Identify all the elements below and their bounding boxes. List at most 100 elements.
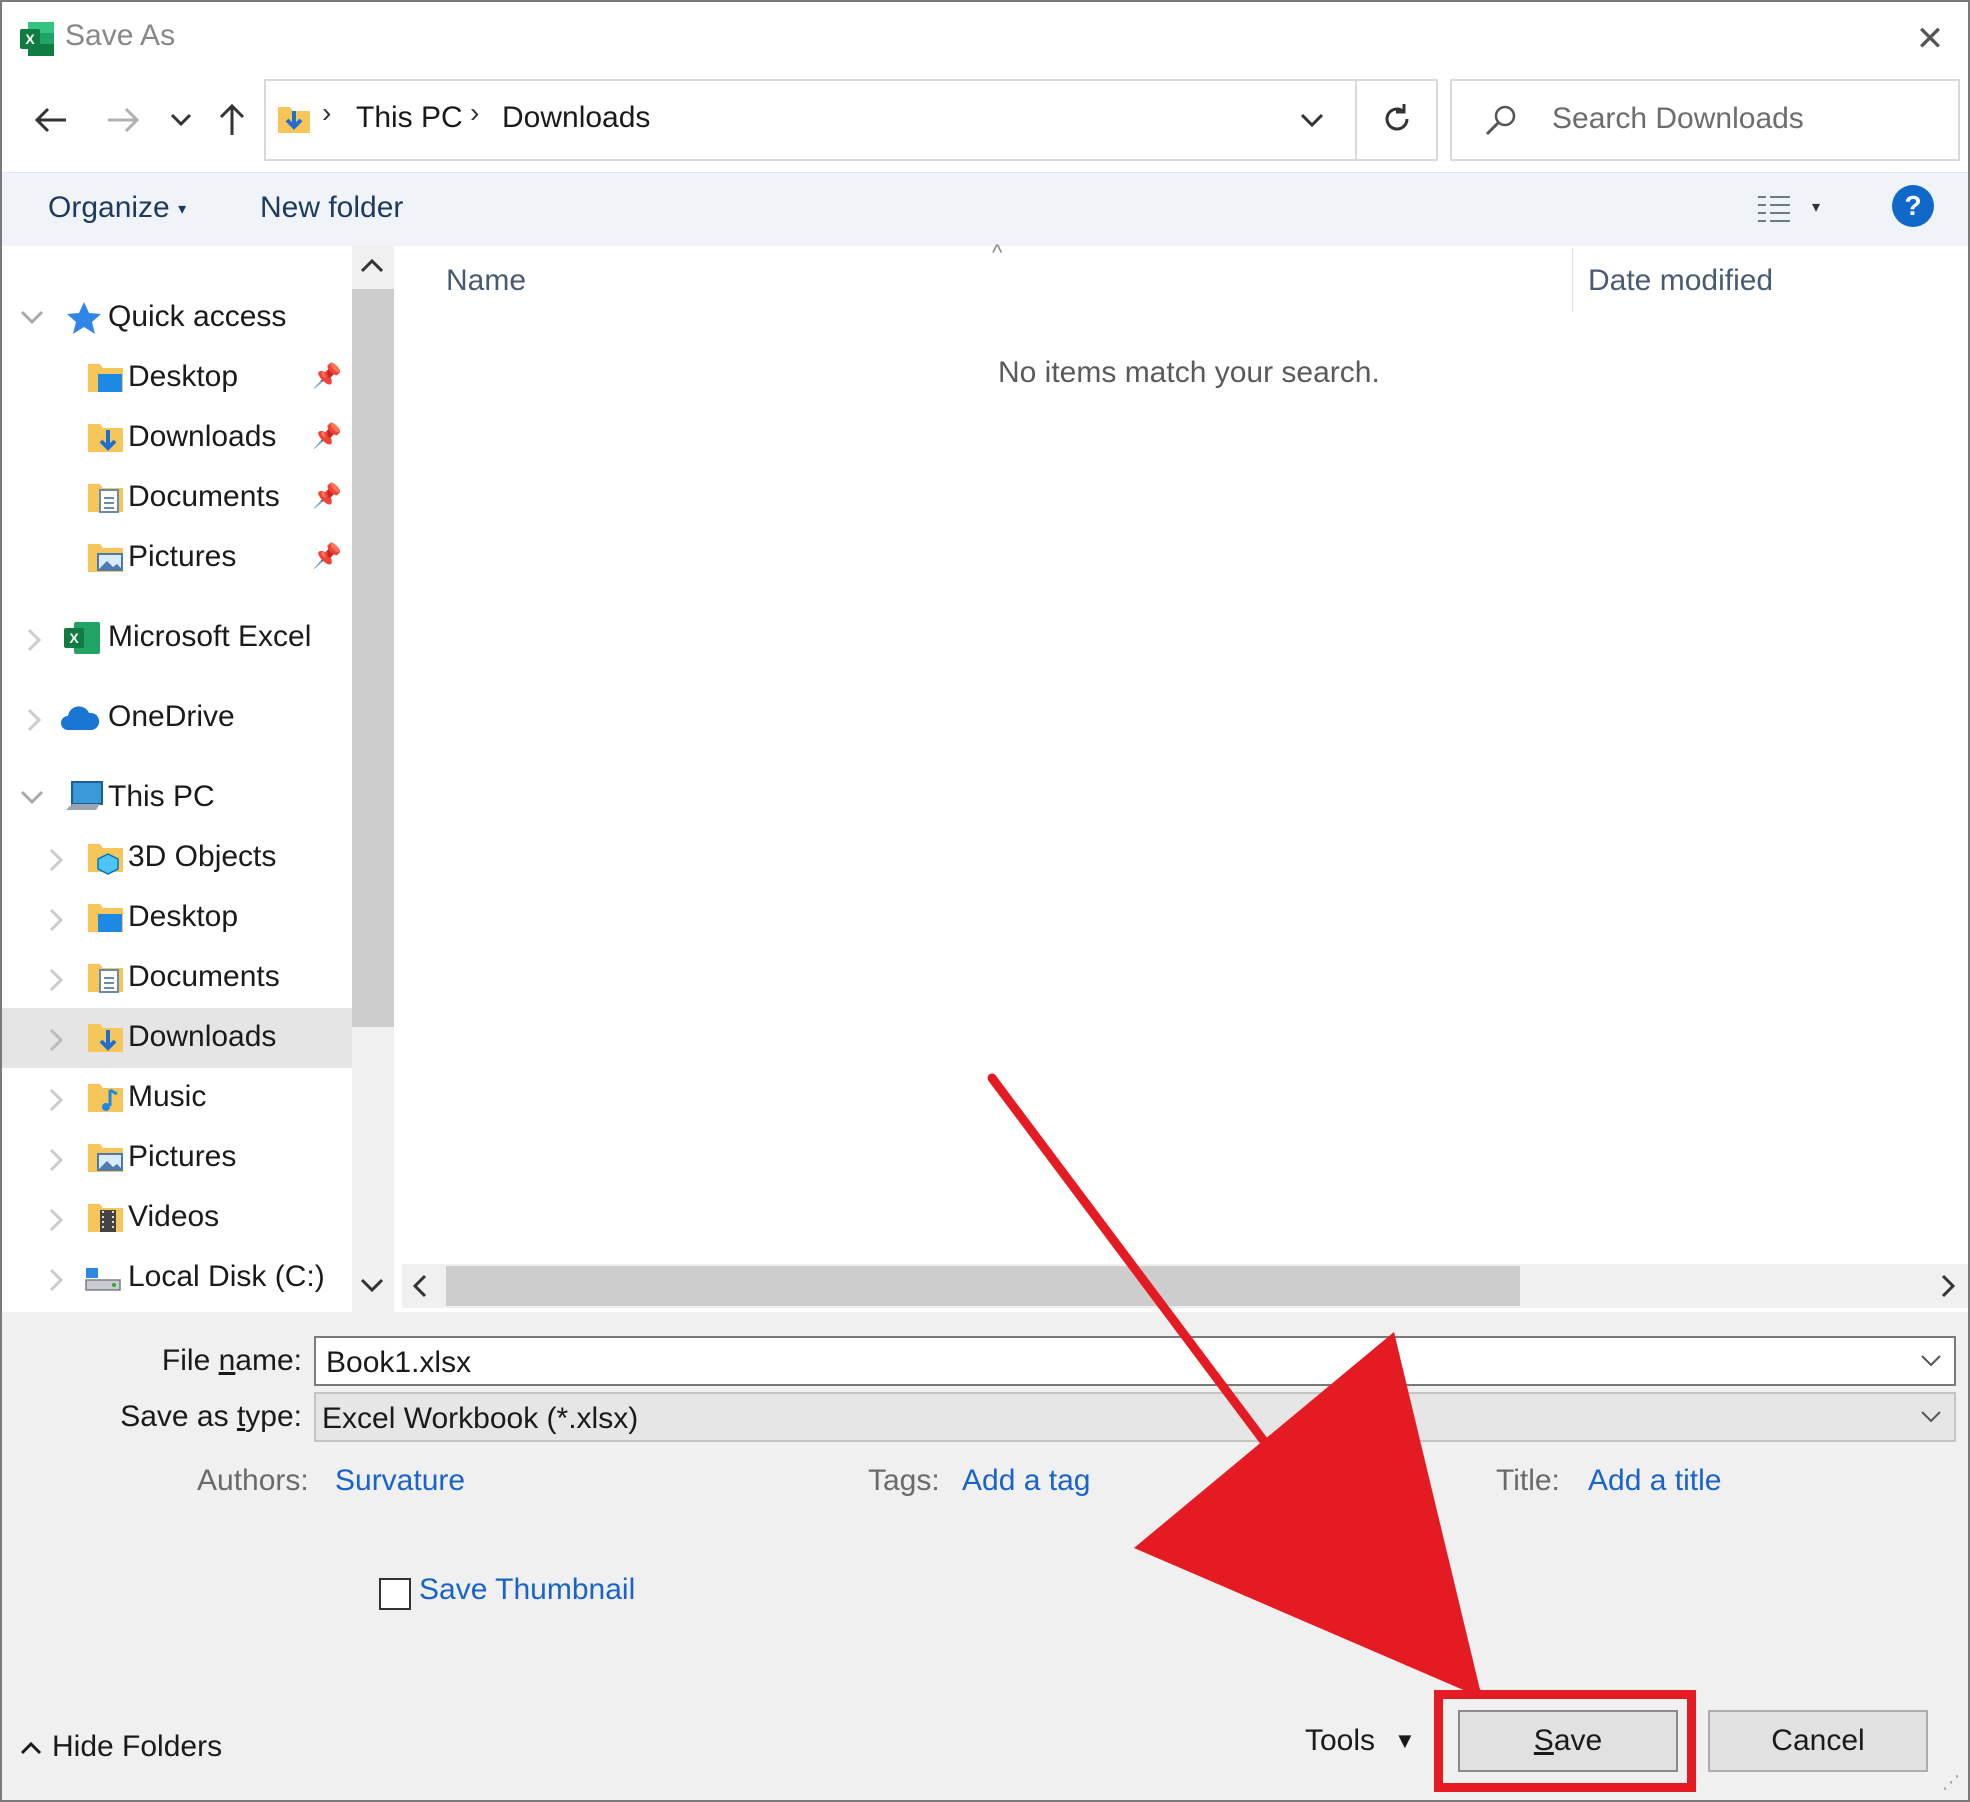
pin-icon: 📌 [312,423,342,450]
sidebar-item-label: Desktop [128,360,239,393]
sidebar-item-this-pc[interactable]: This PC [2,768,352,828]
sidebar-item-label: Videos [128,1200,220,1233]
sidebar-item-downloads[interactable]: Downloads 📌 [2,408,352,468]
forward-arrow-icon[interactable] [98,95,148,145]
divider [1355,79,1357,161]
sidebar-item-label: OneDrive [108,700,235,733]
tools-dropdown-icon[interactable]: ▼ [1394,1728,1416,1754]
column-header-date-modified[interactable]: Date modified [1588,264,1773,298]
documents-folder-icon [88,484,123,513]
file-name-input[interactable]: Book1.xlsx [314,1336,1956,1386]
column-header-name[interactable]: Name [446,264,526,298]
downloads-folder-icon [88,1024,123,1052]
save-as-type-label: Save as type: [120,1400,302,1433]
save-thumbnail-checkbox[interactable] [379,1578,411,1610]
refresh-icon[interactable] [1380,102,1414,136]
chevron-right-icon[interactable] [44,1208,68,1232]
help-icon[interactable]: ? [1892,185,1934,227]
view-dropdown-icon[interactable]: ▾ [1812,197,1820,217]
sidebar-item-label: This PC [108,780,215,813]
breadcrumb-this-pc[interactable]: This PC [356,101,463,135]
sidebar-item-videos[interactable]: Videos [2,1188,352,1248]
chevron-down-icon[interactable] [1300,113,1324,129]
sidebar-item-label: Desktop [128,900,239,933]
window-title: Save As [65,19,176,52]
chevron-right-icon[interactable] [22,708,46,732]
sidebar-item-downloads[interactable]: Downloads [2,1008,352,1068]
back-arrow-icon[interactable] [26,95,76,145]
excel-icon: X [64,622,100,654]
desktop-folder-icon [88,904,123,932]
scroll-left-icon[interactable] [412,1274,428,1298]
chevron-right-icon[interactable] [44,908,68,932]
sidebar-item-3d-objects[interactable]: 3D Objects [2,828,352,888]
chevron-right-icon[interactable] [44,1028,68,1052]
resize-grip-icon[interactable]: ⋰ [1942,1772,1960,1793]
scroll-right-icon[interactable] [1940,1274,1956,1298]
sidebar-item-label: Documents [128,960,280,993]
sidebar-item-label: Documents [128,480,280,513]
sidebar-item-documents[interactable]: Documents [2,948,352,1008]
save-thumbnail-label[interactable]: Save Thumbnail [419,1573,635,1607]
close-icon[interactable]: ✕ [1907,16,1953,62]
sidebar-item-desktop[interactable]: Desktop [2,888,352,948]
chevron-down-icon[interactable] [1920,1410,1942,1424]
sidebar-item-onedrive[interactable]: OneDrive [2,688,352,748]
save-as-type-select[interactable]: Excel Workbook (*.xlsx) [314,1392,1956,1442]
organize-menu[interactable]: Organize ▾ [48,191,186,225]
sidebar-item-label: Pictures [128,540,237,573]
sidebar-item-music[interactable]: Music [2,1068,352,1128]
up-arrow-icon[interactable] [207,95,257,145]
search-input[interactable]: Search Downloads [1450,79,1960,161]
computer-icon [66,781,103,810]
chevron-right-icon[interactable] [44,1088,68,1112]
sidebar-item-label: 3D Objects [128,840,277,873]
pictures-folder-icon [88,1144,123,1172]
scroll-up-icon[interactable] [360,256,384,274]
sidebar-item-desktop[interactable]: Desktop 📌 [2,348,352,408]
sidebar-item-microsoft-excel[interactable]: X Microsoft Excel [2,608,352,668]
chevron-right-icon[interactable] [44,1268,68,1292]
save-as-type-value: Excel Workbook (*.xlsx) [322,1402,639,1435]
scrollbar-thumb[interactable] [446,1266,1520,1306]
cancel-button[interactable]: Cancel [1708,1710,1928,1772]
chevron-down-icon[interactable] [20,310,44,326]
authors-label: Authors: [197,1464,309,1497]
tools-menu[interactable]: Tools [1305,1724,1375,1758]
search-icon [1485,105,1516,136]
search-placeholder: Search Downloads [1552,102,1804,135]
sidebar-item-label: Local Disk (C:) [128,1260,325,1293]
add-tag-link[interactable]: Add a tag [962,1464,1090,1498]
file-name-value: Book1.xlsx [326,1346,472,1379]
chevron-down-icon[interactable] [20,790,44,806]
chevron-down-icon[interactable] [1920,1354,1942,1368]
hide-folders-button[interactable]: Hide Folders [20,1730,222,1764]
add-title-link[interactable]: Add a title [1588,1464,1721,1498]
sidebar-item-label: Music [128,1080,207,1113]
chevron-right-icon[interactable] [22,628,46,652]
sidebar-item-pictures[interactable]: Pictures [2,1128,352,1188]
save-as-dialog: X Save As ✕ › This PC › Downloads Search… [0,0,1970,1802]
tags-label: Tags: [868,1464,940,1497]
breadcrumb-downloads[interactable]: Downloads [502,101,650,135]
details-view-icon[interactable] [1756,193,1792,225]
scrollbar-thumb[interactable] [352,289,394,1027]
pin-icon: 📌 [312,543,342,570]
chevron-right-icon[interactable] [44,968,68,992]
chevron-down-icon[interactable] [156,95,206,145]
scroll-down-icon[interactable] [360,1277,384,1295]
file-name-label: File name: [161,1344,302,1377]
column-divider[interactable] [1572,248,1573,312]
chevron-right-icon[interactable] [44,1148,68,1172]
annotation-highlight-box [1434,1690,1696,1792]
empty-message: No items match your search. [998,356,1380,389]
sidebar-item-local-disk[interactable]: Local Disk (C:) [2,1248,352,1308]
sidebar-item-quick-access[interactable]: Quick access [2,288,352,348]
chevron-right-icon[interactable] [44,848,68,872]
sidebar-item-documents[interactable]: Documents 📌 [2,468,352,528]
address-bar[interactable]: › This PC › Downloads [264,79,1438,161]
svg-text:X: X [25,31,35,47]
sidebar-item-pictures[interactable]: Pictures 📌 [2,528,352,588]
authors-value[interactable]: Survature [335,1464,465,1498]
new-folder-button[interactable]: New folder [260,191,403,225]
